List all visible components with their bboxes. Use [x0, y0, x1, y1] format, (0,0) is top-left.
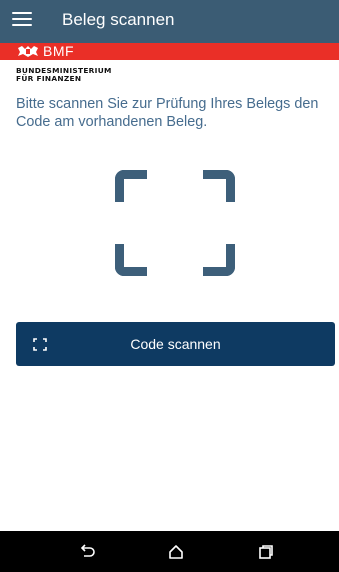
ministry-line-2: FÜR FINANZEN	[16, 74, 82, 83]
system-navigation-bar	[0, 531, 339, 572]
home-icon[interactable]	[167, 543, 185, 561]
code-scan-button-label: Code scannen	[130, 336, 221, 352]
eagle-emblem-icon	[18, 46, 38, 57]
viewfinder-corner-top-right	[203, 170, 235, 202]
viewfinder-corner-bottom-right	[203, 244, 235, 276]
app-bar: Beleg scannen	[0, 0, 339, 43]
code-scan-button[interactable]: Code scannen	[16, 322, 335, 366]
scan-instruction: Bitte scannen Sie zur Prüfung Ihres Bele…	[16, 96, 319, 130]
scan-frame-icon	[115, 170, 235, 276]
hamburger-menu-icon[interactable]	[12, 11, 32, 27]
ministry-name: BUNDESMINISTERIUM FÜR FINANZEN	[16, 67, 112, 83]
page-title: Beleg scannen	[62, 10, 175, 29]
recent-apps-icon[interactable]	[257, 543, 275, 561]
viewfinder-corner-top-left	[115, 170, 147, 202]
viewfinder-corner-bottom-left	[115, 244, 147, 276]
bmf-logo-text: BMF	[43, 43, 75, 59]
back-icon[interactable]	[78, 543, 96, 561]
